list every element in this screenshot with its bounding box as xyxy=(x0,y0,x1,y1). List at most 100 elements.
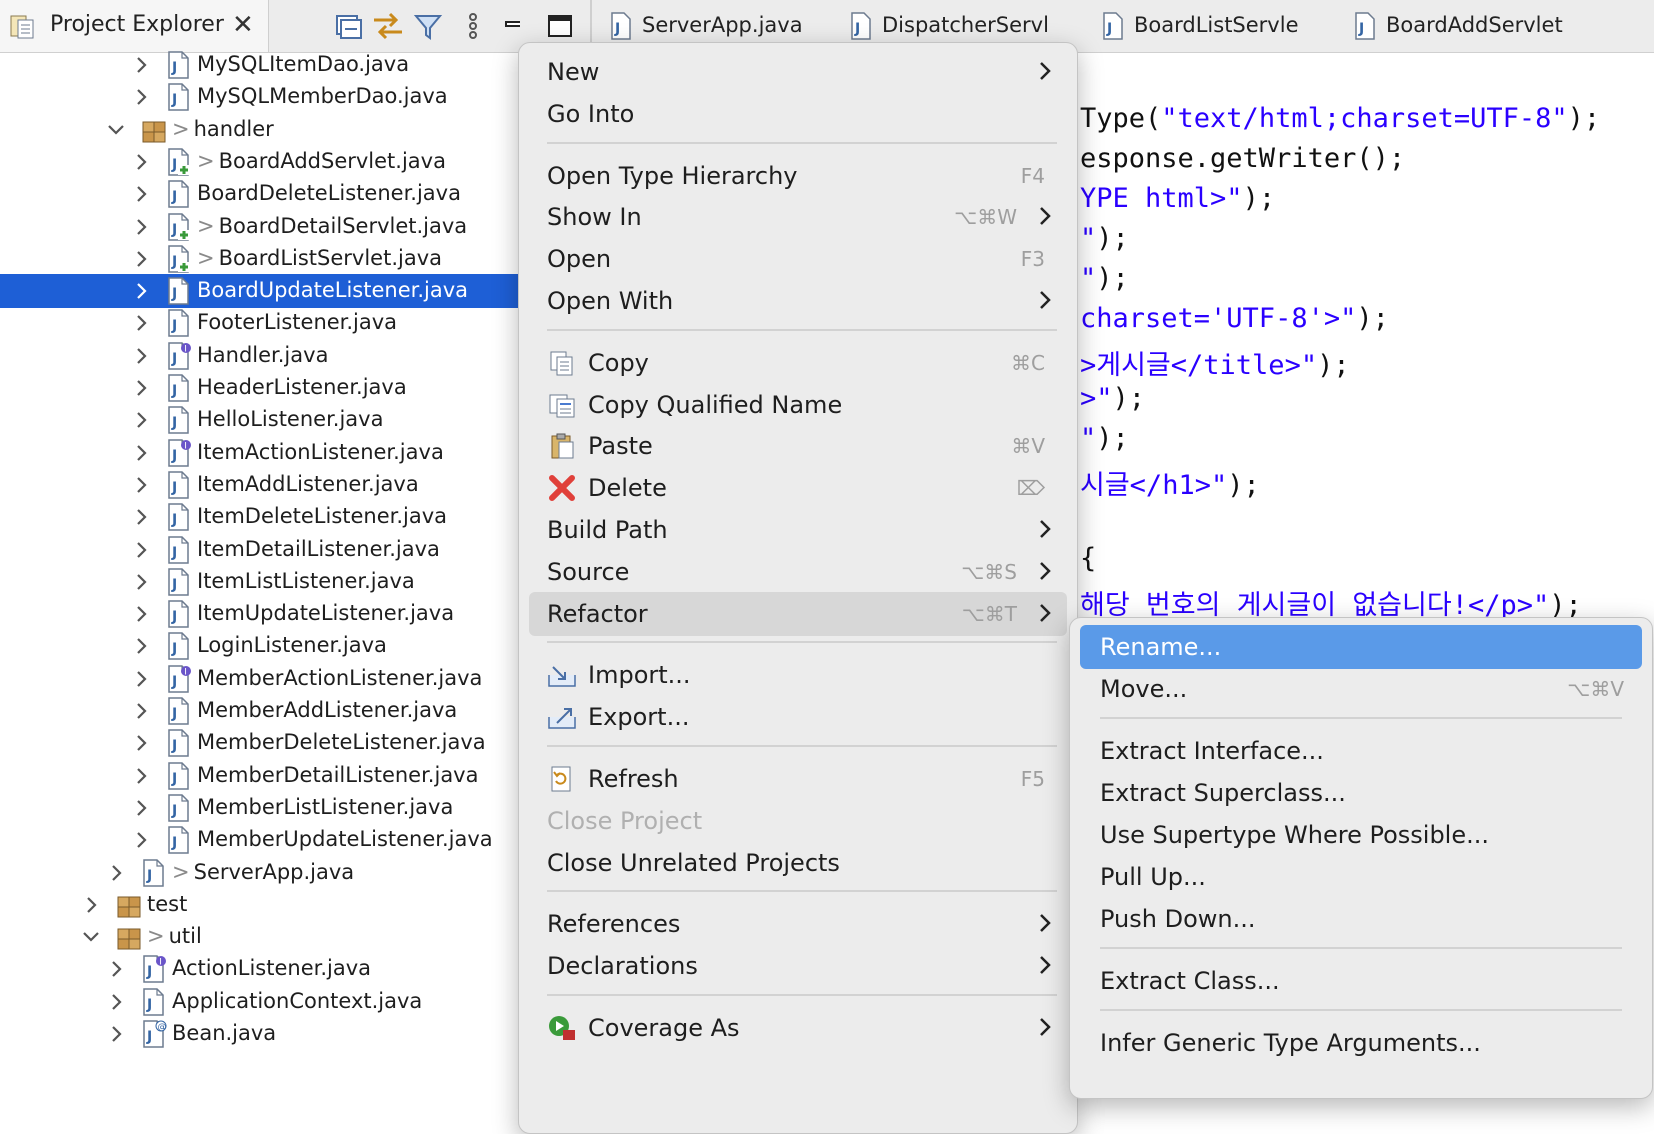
tree-item[interactable]: J I Handler.java xyxy=(0,339,520,373)
chevron-right-icon[interactable] xyxy=(130,504,152,530)
menu-item-import[interactable]: Import... xyxy=(529,653,1067,697)
tree-item[interactable]: J MySQLMemberDao.java xyxy=(0,80,520,114)
submenu-item-push-down[interactable]: Push Down... xyxy=(1080,897,1642,941)
tree-item[interactable]: J MySQLItemDao.java xyxy=(0,48,520,82)
tree-item[interactable]: > util xyxy=(0,920,520,954)
chevron-right-icon[interactable] xyxy=(130,537,152,563)
tree-item[interactable]: J ItemUpdateListener.java xyxy=(0,597,520,631)
menu-item-refresh[interactable]: Refresh F5 xyxy=(529,757,1067,801)
submenu-item-infer-generic-type-arguments[interactable]: Infer Generic Type Arguments... xyxy=(1080,1021,1642,1065)
menu-item-open-type-hierarchy[interactable]: Open Type Hierarchy F4 xyxy=(529,154,1067,198)
tree-item[interactable]: J MemberAddListener.java xyxy=(0,694,520,728)
submenu-item-extract-superclass[interactable]: Extract Superclass... xyxy=(1080,771,1642,815)
submenu-item-use-supertype-where-possible[interactable]: Use Supertype Where Possible... xyxy=(1080,813,1642,857)
tree-item[interactable]: J I ActionListener.java xyxy=(0,952,520,986)
submenu-item-move[interactable]: Move... ⌥⌘V xyxy=(1080,667,1642,711)
menu-item-delete[interactable]: Delete ⌦ xyxy=(529,466,1067,510)
submenu-item-extract-interface[interactable]: Extract Interface... xyxy=(1080,729,1642,773)
menu-item-copy[interactable]: Copy ⌘C xyxy=(529,341,1067,385)
menu-item-source[interactable]: Source ⌥⌘S xyxy=(529,550,1067,594)
tree-item[interactable]: J ItemListListener.java xyxy=(0,565,520,599)
tree-item[interactable]: J > BoardAddServlet.java xyxy=(0,145,520,179)
chevron-right-icon[interactable] xyxy=(130,149,152,175)
chevron-right-icon[interactable] xyxy=(130,795,152,821)
tree-item[interactable]: J MemberListListener.java xyxy=(0,791,520,825)
tree-item[interactable]: J HeaderListener.java xyxy=(0,371,520,405)
tree-item[interactable]: J MemberDetailListener.java xyxy=(0,759,520,793)
submenu-item-pull-up[interactable]: Pull Up... xyxy=(1080,855,1642,899)
chevron-right-icon[interactable] xyxy=(130,181,152,207)
chevron-right-icon[interactable] xyxy=(130,472,152,498)
filter-icon[interactable] xyxy=(410,8,446,44)
chevron-right-icon[interactable] xyxy=(130,407,152,433)
chevron-right-icon[interactable] xyxy=(130,84,152,110)
chevron-right-icon[interactable] xyxy=(130,214,152,240)
tree-item[interactable]: J BoardDeleteListener.java xyxy=(0,177,520,211)
minimize-icon[interactable] xyxy=(498,8,520,44)
tree-item[interactable]: J I MemberActionListener.java xyxy=(0,662,520,696)
menu-item-refactor[interactable]: Refactor ⌥⌘T xyxy=(529,591,1067,636)
tree-item[interactable]: J > BoardDetailServlet.java xyxy=(0,210,520,244)
chevron-right-icon[interactable] xyxy=(130,569,152,595)
chevron-right-icon[interactable] xyxy=(105,1021,127,1047)
tree-item[interactable]: J FooterListener.java xyxy=(0,306,520,340)
tree-item[interactable]: J MemberUpdateListener.java xyxy=(0,823,520,857)
chevron-right-icon[interactable] xyxy=(130,633,152,659)
chevron-right-icon[interactable] xyxy=(80,892,102,918)
project-explorer-tab[interactable]: Project Explorer ✕ xyxy=(0,0,269,52)
tree-item[interactable]: J HelloListener.java xyxy=(0,403,520,437)
menu-item-build-path[interactable]: Build Path xyxy=(529,508,1067,552)
menu-item-export[interactable]: Export... xyxy=(529,695,1067,739)
chevron-right-icon[interactable] xyxy=(105,989,127,1015)
chevron-right-icon[interactable] xyxy=(130,310,152,336)
tree-item[interactable]: J @ Bean.java xyxy=(0,1017,520,1051)
menu-item-show-in[interactable]: Show In ⌥⌘W xyxy=(529,195,1067,239)
chevron-right-icon[interactable] xyxy=(130,440,152,466)
close-icon[interactable]: ✕ xyxy=(232,10,254,40)
link-with-editor-icon[interactable] xyxy=(370,8,406,44)
chevron-right-icon[interactable] xyxy=(130,698,152,724)
chevron-right-icon[interactable] xyxy=(130,763,152,789)
chevron-right-icon[interactable] xyxy=(130,375,152,401)
tree-item[interactable]: J BoardUpdateListener.java xyxy=(0,274,520,309)
chevron-down-icon[interactable] xyxy=(105,117,127,143)
tree-item[interactable]: J LoginListener.java xyxy=(0,629,520,663)
chevron-right-icon[interactable] xyxy=(130,52,152,78)
menu-item-close-project[interactable]: Close Project xyxy=(529,799,1067,843)
editor-tab-boardaddservlet[interactable]: J BoardAddServlet xyxy=(1354,0,1654,52)
tree-item[interactable]: J ApplicationContext.java xyxy=(0,985,520,1019)
maximize-icon[interactable] xyxy=(542,8,578,44)
tree-item[interactable]: test xyxy=(0,888,520,922)
editor-tab-boardlistservlet[interactable]: J BoardListServle xyxy=(1102,0,1332,52)
chevron-right-icon[interactable] xyxy=(130,278,152,304)
submenu-item-rename[interactable]: Rename... xyxy=(1080,625,1642,669)
menu-item-go-into[interactable]: Go Into xyxy=(529,92,1067,136)
chevron-right-icon[interactable] xyxy=(130,246,152,272)
chevron-down-icon[interactable] xyxy=(80,924,102,950)
menu-item-paste[interactable]: Paste ⌘V xyxy=(529,424,1067,468)
view-menu-icon[interactable] xyxy=(455,8,491,44)
chevron-right-icon[interactable] xyxy=(130,827,152,853)
menu-item-new[interactable]: New xyxy=(529,50,1067,94)
menu-item-copy-qualified-name[interactable]: Copy Qualified Name xyxy=(529,383,1067,427)
menu-item-declarations[interactable]: Declarations xyxy=(529,944,1067,988)
chevron-right-icon[interactable] xyxy=(130,601,152,627)
tree-item[interactable]: J MemberDeleteListener.java xyxy=(0,726,520,760)
menu-item-references[interactable]: References xyxy=(529,902,1067,946)
chevron-right-icon[interactable] xyxy=(130,666,152,692)
tree-item[interactable]: J ItemDeleteListener.java xyxy=(0,500,520,534)
tree-item[interactable]: J > ServerApp.java xyxy=(0,856,520,890)
menu-item-open[interactable]: Open F3 xyxy=(529,237,1067,281)
chevron-right-icon[interactable] xyxy=(105,956,127,982)
tree-item[interactable]: J ItemAddListener.java xyxy=(0,468,520,502)
chevron-right-icon[interactable] xyxy=(105,860,127,886)
submenu-item-extract-class[interactable]: Extract Class... xyxy=(1080,959,1642,1003)
menu-item-open-with[interactable]: Open With xyxy=(529,279,1067,323)
menu-item-close-unrelated-projects[interactable]: Close Unrelated Projects xyxy=(529,841,1067,885)
chevron-right-icon[interactable] xyxy=(130,343,152,369)
collapse-all-icon[interactable] xyxy=(330,8,366,44)
tree-item[interactable]: J > BoardListServlet.java xyxy=(0,242,520,276)
tree-item[interactable]: J I ItemActionListener.java xyxy=(0,436,520,470)
tree-item[interactable]: J ItemDetailListener.java xyxy=(0,533,520,567)
tree-item[interactable]: > handler xyxy=(0,113,520,147)
